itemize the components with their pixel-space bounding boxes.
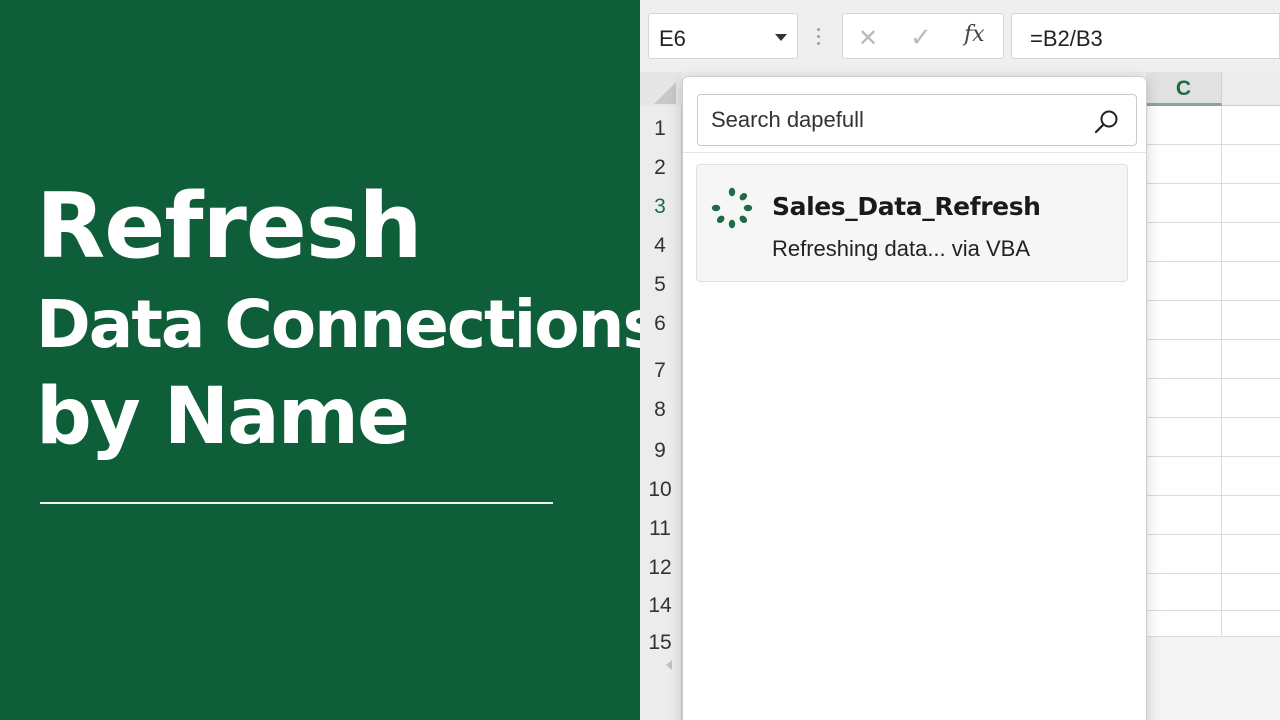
grid-row-line bbox=[1146, 144, 1280, 145]
row-header-7[interactable]: 7 bbox=[640, 359, 680, 383]
search-input[interactable] bbox=[699, 96, 1079, 144]
search-box[interactable] bbox=[697, 94, 1137, 146]
banner-divider bbox=[40, 502, 553, 504]
cancel-icon[interactable]: ✕ bbox=[858, 24, 878, 53]
formula-bar[interactable]: =B2/B3 bbox=[1011, 13, 1280, 59]
search-icon[interactable] bbox=[1094, 109, 1120, 135]
grid-row-line bbox=[1146, 300, 1280, 301]
column-header-c[interactable]: C bbox=[1146, 72, 1222, 106]
connection-status: Refreshing data... via VBA bbox=[772, 236, 1031, 261]
row-header-6[interactable]: 6 bbox=[640, 312, 680, 336]
grid-row-line bbox=[1146, 610, 1280, 611]
panel-divider bbox=[683, 152, 1146, 153]
grid-row-line bbox=[1146, 417, 1280, 418]
grid-row-line bbox=[1146, 456, 1280, 457]
row-header-11[interactable]: 11 bbox=[640, 517, 680, 541]
grid-row-line bbox=[1146, 261, 1280, 262]
row-header-12[interactable]: 12 bbox=[640, 556, 680, 580]
row-header-2[interactable]: 2 bbox=[640, 156, 680, 180]
grid-row-line bbox=[1146, 573, 1280, 574]
row-header-14[interactable]: 14 bbox=[640, 594, 680, 618]
grid-row-line bbox=[1146, 495, 1280, 496]
row-header-10[interactable]: 10 bbox=[640, 478, 680, 502]
grid-row-line bbox=[1146, 183, 1280, 184]
row-header-5[interactable]: 5 bbox=[640, 273, 680, 297]
row-header-15[interactable]: 15 bbox=[640, 631, 680, 655]
banner-title-line-2: Data Connections bbox=[36, 286, 662, 363]
more-options-icon[interactable] bbox=[816, 28, 822, 48]
formula-value: =B2/B3 bbox=[1030, 26, 1103, 51]
connection-name: Sales_Data_Refresh bbox=[772, 192, 1041, 221]
row-header-1[interactable]: 1 bbox=[640, 117, 680, 141]
grid-row-line bbox=[1146, 339, 1280, 340]
sheet-footer bbox=[1146, 636, 1280, 720]
grid-column-line bbox=[1221, 106, 1222, 636]
select-all-triangle-icon bbox=[654, 82, 676, 104]
scroll-left-icon[interactable] bbox=[666, 660, 672, 670]
name-box-value: E6 bbox=[659, 26, 686, 51]
row-header-3[interactable]: 3 bbox=[640, 195, 680, 219]
banner-title-line-1: Refresh bbox=[36, 174, 423, 279]
row-header-8[interactable]: 8 bbox=[640, 398, 680, 422]
grid-row-line bbox=[1146, 534, 1280, 535]
banner-title-line-3: by Name bbox=[36, 372, 410, 462]
chevron-down-icon[interactable] bbox=[775, 34, 787, 41]
grid-row-line bbox=[1146, 378, 1280, 379]
row-header-4[interactable]: 4 bbox=[640, 234, 680, 258]
name-box[interactable]: E6 bbox=[648, 13, 798, 59]
row-header-9[interactable]: 9 bbox=[640, 439, 680, 463]
loading-spinner-icon bbox=[711, 187, 753, 229]
insert-function-button[interactable]: fx bbox=[964, 22, 985, 47]
check-icon[interactable]: ✓ bbox=[910, 22, 932, 53]
grid-row-line bbox=[1146, 222, 1280, 223]
list-item[interactable] bbox=[696, 164, 1128, 282]
